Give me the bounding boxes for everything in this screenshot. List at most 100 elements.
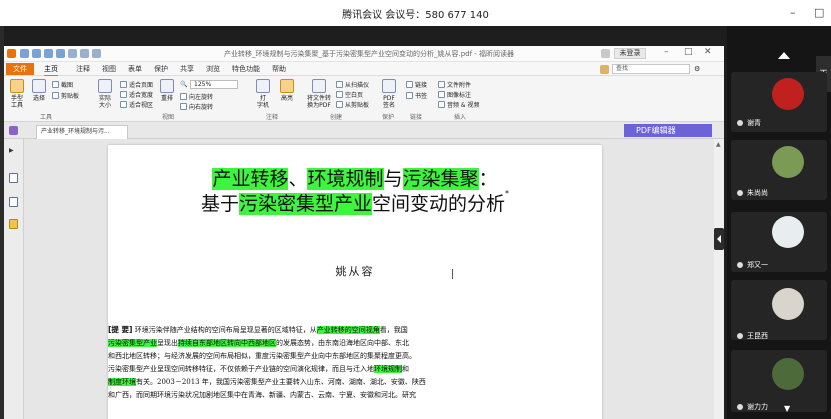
cursor-select-icon xyxy=(32,79,46,93)
login-button[interactable]: 未登录 xyxy=(614,48,646,59)
rotate-left-icon xyxy=(180,93,187,100)
collapse-video-panel-button[interactable] xyxy=(714,228,724,250)
paper-title-line1: 产业转移、环境规制与污染集聚： xyxy=(212,168,498,190)
menu-protect[interactable]: 保护 xyxy=(154,63,168,75)
rotate-right-button[interactable]: 向右旋转 xyxy=(180,102,213,111)
abstract-line: 制度环境有关。2003－2013 年，我国污染密集型产业主要转入山东、河南、湖南… xyxy=(108,378,426,386)
audio-video-button[interactable]: 音频 & 视频 xyxy=(438,100,480,109)
page-icon xyxy=(98,79,112,93)
link-button[interactable]: 链接 xyxy=(406,80,427,89)
menu-comment[interactable]: 注释 xyxy=(76,63,90,75)
fit-width-icon xyxy=(120,91,127,98)
scroll-down-participants-icon[interactable]: ▼ xyxy=(784,404,790,413)
bookmark-button[interactable]: 书签 xyxy=(406,91,427,100)
bookmarks-panel-icon[interactable] xyxy=(9,173,18,183)
scroll-up-icon[interactable]: ▲ xyxy=(716,141,721,148)
undo-icon[interactable] xyxy=(68,49,77,58)
search-settings-icon[interactable]: ⚙ xyxy=(694,63,700,75)
clipboard-button[interactable]: 剪贴板 xyxy=(52,91,79,100)
paper-abstract: [提 要] 环境污染伴随产业结构的空间布局呈现显著的区域特征，从产业转移的空间视… xyxy=(108,323,474,402)
tab-home-icon[interactable] xyxy=(9,126,18,135)
text-cursor xyxy=(452,269,453,279)
document-title: 产业转移_环境规制与污染集聚_基于污染密集型产业空间变动的分析_姚从容.pdf … xyxy=(224,50,515,58)
document-tab-bar: 产业转移_环境规制与污... PDF编辑器 xyxy=(4,122,724,139)
vertical-scrollbar[interactable] xyxy=(714,139,724,419)
print-icon[interactable] xyxy=(44,49,53,58)
reader-maximize-icon[interactable]: □ xyxy=(684,47,693,57)
menu-share[interactable]: 共享 xyxy=(180,63,194,75)
menu-file[interactable]: 文件 xyxy=(6,63,34,75)
image-annotation-button[interactable]: 图像标注 xyxy=(438,90,471,99)
actual-size-button[interactable]: 实际 大小 xyxy=(94,79,116,109)
menu-view[interactable]: 视图 xyxy=(102,63,116,75)
menu-home[interactable]: 主页 xyxy=(44,63,58,77)
comments-panel-icon[interactable] xyxy=(9,219,18,229)
menu-browse[interactable]: 浏览 xyxy=(206,63,220,75)
rotate-left-button[interactable]: 向左旋转 xyxy=(180,92,213,101)
attachment-icon xyxy=(438,81,445,88)
expand-panel-icon[interactable]: ▶ xyxy=(9,147,18,157)
restore-window-icon[interactable] xyxy=(601,49,610,58)
pdf-editor-button[interactable]: PDF编辑器 xyxy=(624,124,712,137)
bookmark-icon xyxy=(406,92,413,99)
navigation-side-panel: ▶ xyxy=(4,139,24,419)
file-attachment-button[interactable]: 文件附件 xyxy=(438,80,471,89)
meeting-title-bar: 腾讯会议 会议号：580 677 140 – □ xyxy=(0,0,831,26)
link-icon xyxy=(406,81,413,88)
hand-tool-button[interactable]: 手型 工具 xyxy=(6,79,28,109)
maximize-icon[interactable]: □ xyxy=(814,6,824,19)
redo-icon[interactable] xyxy=(80,49,89,58)
tab-document[interactable]: 产业转移_环境规制与污... xyxy=(36,125,128,139)
fit-view-icon xyxy=(120,101,127,108)
search-input[interactable]: 查找 xyxy=(612,64,690,74)
paper-author: 姚从容 xyxy=(335,265,375,278)
blank-page-button[interactable]: 空白页 xyxy=(336,90,363,99)
pages-panel-icon[interactable] xyxy=(9,197,18,207)
minimize-icon[interactable]: – xyxy=(790,6,796,19)
group-label-tools: 工具 xyxy=(40,114,53,121)
scroll-up-participants-icon[interactable] xyxy=(778,52,790,59)
menu-help[interactable]: 帮助 xyxy=(272,63,286,75)
hand-icon xyxy=(10,79,24,93)
participant-name: 谢青 xyxy=(747,119,761,127)
mic-icon xyxy=(737,190,743,196)
signature-icon xyxy=(382,79,396,93)
fit-width-button[interactable]: 适合宽度 xyxy=(120,90,153,99)
from-scanner-button[interactable]: 从扫描仪 xyxy=(336,80,369,89)
menu-form[interactable]: 表单 xyxy=(128,63,142,75)
zoom-level-input[interactable]: 125% xyxy=(190,80,238,89)
customize-icon[interactable] xyxy=(92,49,101,58)
pdf-sign-button[interactable]: PDF 签名 xyxy=(378,79,400,109)
fit-page-button[interactable]: 适合页面 xyxy=(120,80,153,89)
paper-title-line2: 基于污染密集型产业空间变动的分析* xyxy=(200,189,510,215)
abstract-line: 污染密集型产业呈现出持续自东部地区转向中西部地区的发展态势，由东南沿海地区向中部… xyxy=(108,339,409,347)
typewriter-icon xyxy=(256,79,270,93)
group-label-links: 链接 xyxy=(410,114,423,121)
highlight-button[interactable]: 高亮 xyxy=(276,79,298,102)
typewriter-button[interactable]: 打 字机 xyxy=(252,79,274,109)
fit-view-button[interactable]: 适合视区 xyxy=(120,100,153,109)
reader-close-icon[interactable]: ✕ xyxy=(704,47,712,57)
avatar xyxy=(772,216,804,248)
group-label-comment: 注释 xyxy=(266,114,279,121)
participant-name: 郑又一 xyxy=(747,261,768,269)
save-icon[interactable] xyxy=(32,49,41,58)
convert-to-pdf-button[interactable]: 将文件转 换为PDF xyxy=(304,79,334,109)
search-mode-icon[interactable] xyxy=(600,65,609,74)
pdf-reader-window: 产业转移_环境规制与污染集聚_基于污染密集型产业空间变动的分析_姚从容.pdf … xyxy=(4,46,724,419)
highlight-icon xyxy=(280,79,294,93)
paste-icon xyxy=(336,101,343,108)
screen: 腾讯会议 会议号：580 677 140 – □ 产业转移_环境规制与污染集聚_… xyxy=(0,0,831,419)
select-button[interactable]: 选择 xyxy=(28,79,50,102)
from-clipboard-button[interactable]: 从剪贴板 xyxy=(336,100,369,109)
reflow-button[interactable]: 重排 xyxy=(156,79,178,102)
avatar xyxy=(772,146,804,178)
ribbon-toolbar: 手型 工具 选择 截图 剪贴板 实际 大小 适合页面 适合宽度 适合视区 重排 … xyxy=(4,76,724,122)
reader-minimize-icon[interactable]: – xyxy=(664,47,669,57)
screenshot-button[interactable]: 截图 xyxy=(52,80,73,89)
mic-icon xyxy=(737,120,743,126)
open-icon[interactable] xyxy=(20,49,29,58)
zoom-icon[interactable]: 🔍 xyxy=(180,81,187,88)
menu-features[interactable]: 特色功能 xyxy=(232,63,260,75)
email-icon[interactable] xyxy=(56,49,65,58)
